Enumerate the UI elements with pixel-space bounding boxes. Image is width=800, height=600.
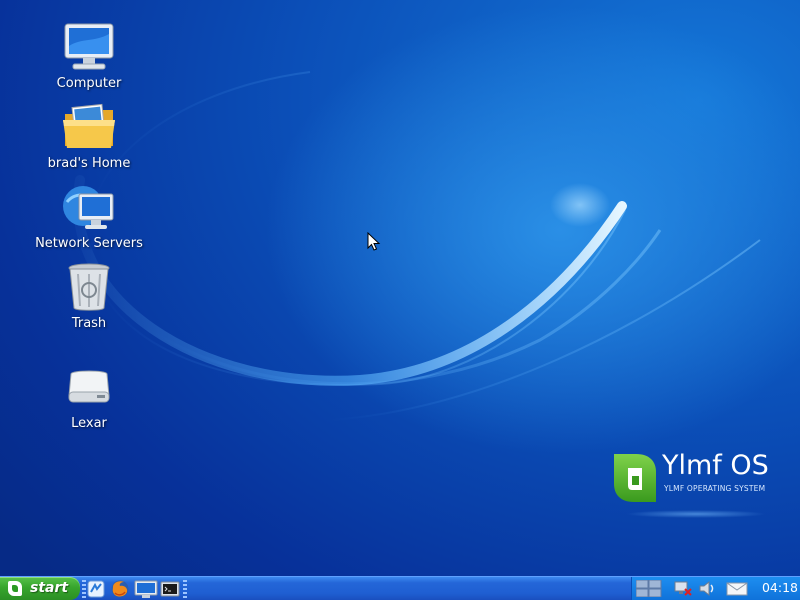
- home-folder-icon: [61, 102, 117, 154]
- mail-icon[interactable]: [726, 580, 748, 597]
- drive-icon: [61, 362, 117, 414]
- trash-icon: [61, 262, 117, 314]
- desktop-icon-home[interactable]: brad's Home: [29, 102, 149, 172]
- clock[interactable]: 04:18: [762, 580, 798, 595]
- network-disconnected-icon[interactable]: [674, 580, 692, 597]
- desktop[interactable]: Computer brad's Home Network Servers Tra…: [0, 0, 800, 576]
- desktop-icon-trash[interactable]: Trash: [29, 262, 149, 332]
- icon-label: Network Servers: [35, 236, 143, 251]
- icon-label: Computer: [56, 76, 122, 91]
- file-manager-icon[interactable]: [86, 579, 106, 599]
- logo-glow: [626, 510, 766, 518]
- computer-icon: [61, 22, 117, 74]
- ylmf-logo-mark-icon: [614, 454, 656, 502]
- logo-subtitle: YLMF OPERATING SYSTEM: [664, 484, 766, 493]
- start-label: start: [30, 580, 69, 596]
- desktop-icon-lexar[interactable]: Lexar: [29, 362, 149, 432]
- start-button[interactable]: start: [0, 577, 80, 600]
- mouse-cursor-icon: [367, 232, 381, 251]
- network-servers-icon: [61, 182, 117, 234]
- volume-icon[interactable]: [698, 580, 716, 597]
- desktop-icon-computer[interactable]: Computer: [29, 22, 149, 92]
- icon-label: brad's Home: [47, 156, 131, 171]
- terminal-icon[interactable]: [160, 579, 180, 599]
- show-desktop-icon[interactable]: [134, 579, 158, 599]
- workspace-switcher-icon[interactable]: [636, 580, 662, 597]
- desktop-icon-network-servers[interactable]: Network Servers: [29, 182, 149, 252]
- firefox-icon[interactable]: [110, 579, 130, 599]
- system-tray: 04:18: [631, 577, 800, 600]
- taskbar: start 04:18: [0, 576, 800, 600]
- taskbar-grip[interactable]: [183, 580, 187, 598]
- ylmf-os-logo: Ylmf OS YLMF OPERATING SYSTEM: [606, 448, 776, 528]
- start-logo-icon: [8, 581, 22, 596]
- logo-brand: Ylmf OS: [662, 450, 769, 481]
- icon-label: Trash: [71, 316, 107, 331]
- icon-label: Lexar: [71, 416, 107, 431]
